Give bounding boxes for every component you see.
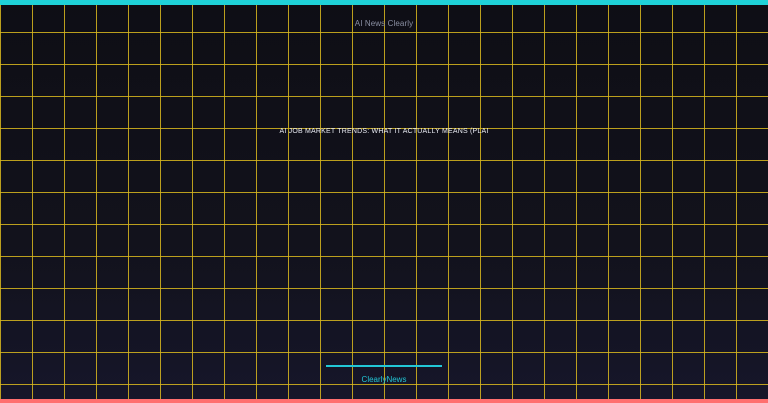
- header-brand: AI News Clearly: [354, 19, 414, 28]
- headline-title: AI JOB MARKET TRENDS: WHAT IT ACTUALLY M…: [279, 128, 489, 135]
- page-canvas: AI News Clearly AI JOB MARKET TRENDS: WH…: [0, 0, 768, 403]
- top-accent-bar: [0, 0, 768, 5]
- accent-divider: [326, 365, 442, 367]
- footer-brand: ClearlyNews: [361, 375, 407, 384]
- background-grid: [0, 0, 768, 403]
- bottom-accent-bar: [0, 399, 768, 403]
